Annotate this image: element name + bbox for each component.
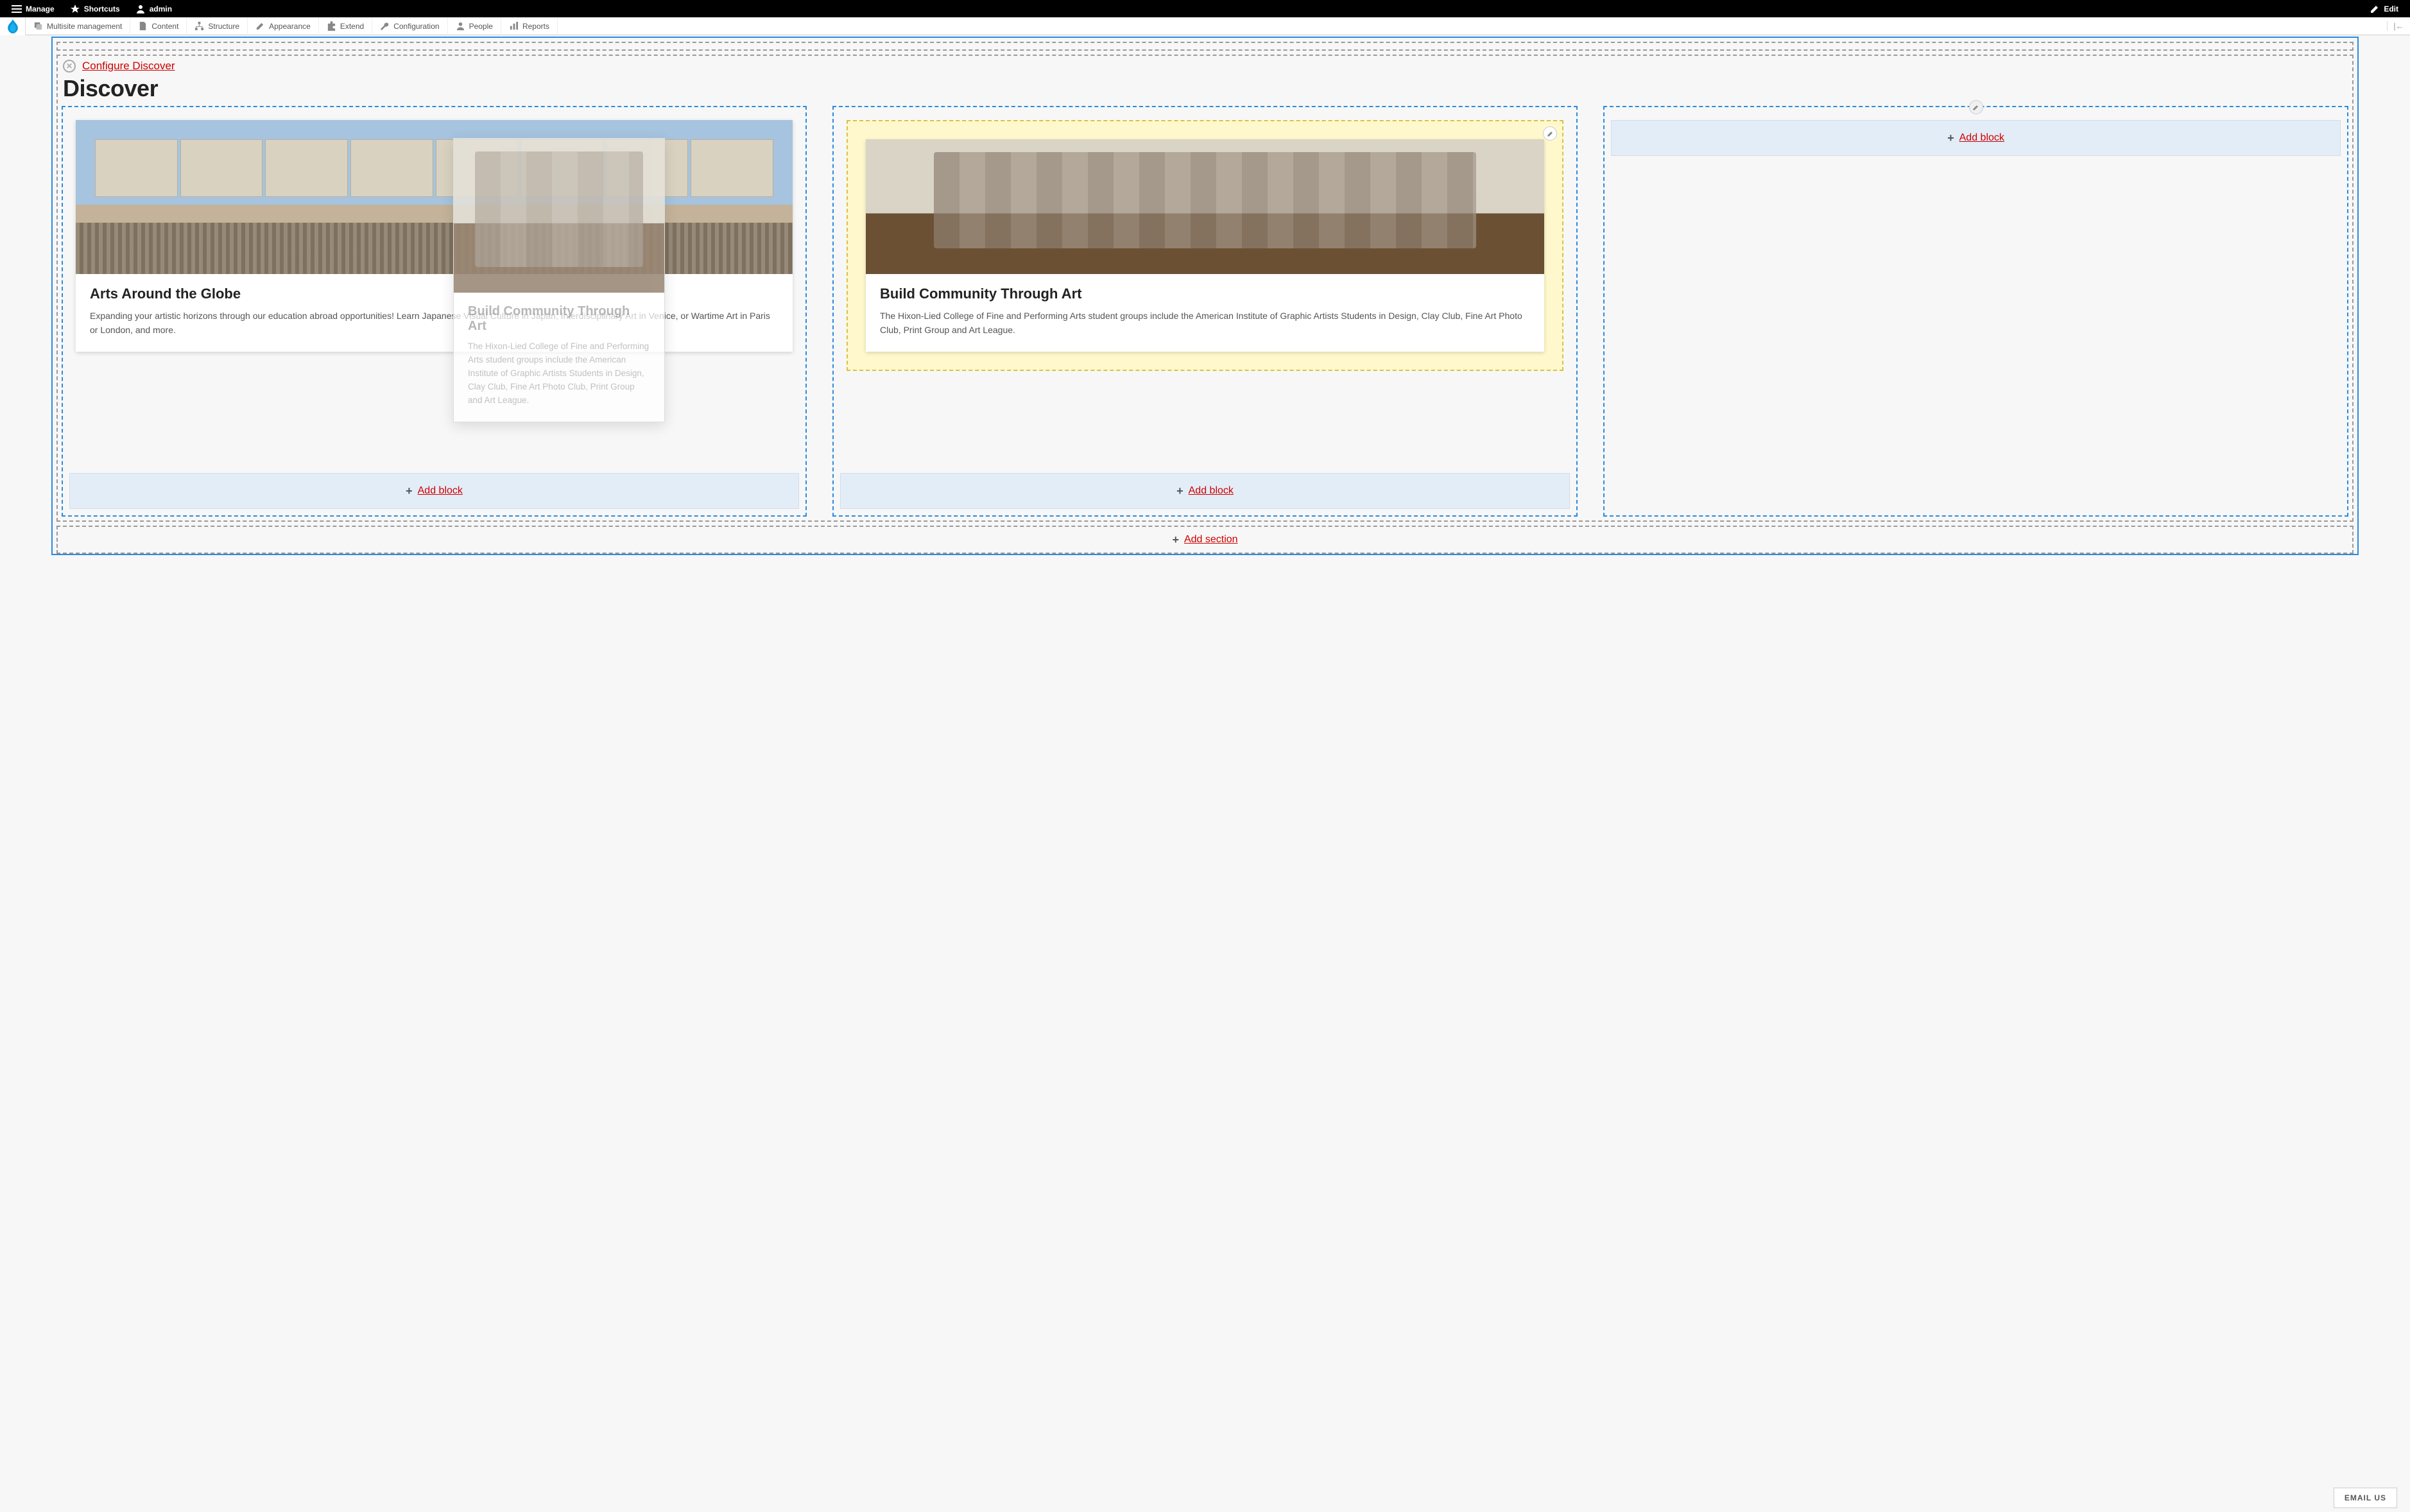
region-col-1[interactable]: Arts Around the Globe Expanding your art… xyxy=(62,106,807,517)
configure-section-link[interactable]: Configure Discover xyxy=(82,60,175,73)
collapse-icon: |← xyxy=(2393,21,2404,31)
drupal-logo[interactable] xyxy=(0,17,26,35)
edit-toggle[interactable]: Edit xyxy=(2363,0,2405,17)
star-icon xyxy=(70,4,80,14)
section-placeholder-top[interactable] xyxy=(56,42,2354,51)
block-dropzone-active[interactable]: Build Community Through Art The Hixon-Li… xyxy=(847,120,1563,371)
card-image xyxy=(76,120,793,274)
menu-multisite[interactable]: Multisite management xyxy=(26,17,130,35)
add-section-label: Add section xyxy=(1184,534,1238,546)
edit-label: Edit xyxy=(2384,4,2398,13)
puzzle-icon xyxy=(327,21,336,31)
menu-structure[interactable]: Structure xyxy=(187,17,248,35)
add-block-label: Add block xyxy=(1189,485,1234,497)
region-col-3[interactable]: + Add block xyxy=(1603,106,2348,517)
menu-extend[interactable]: Extend xyxy=(319,17,372,35)
close-icon: ✕ xyxy=(66,62,73,71)
drupal-icon xyxy=(6,19,19,33)
add-block-col-3[interactable]: + Add block xyxy=(1611,120,2341,156)
pencil-icon xyxy=(1972,104,1979,111)
email-us-button[interactable]: EMAIL US xyxy=(2334,1488,2397,1508)
hamburger-icon xyxy=(12,4,22,14)
menu-reports[interactable]: Reports xyxy=(501,17,558,35)
brush-icon xyxy=(255,21,265,31)
edit-region-button[interactable] xyxy=(1969,100,1983,114)
add-block-label: Add block xyxy=(1959,132,2004,144)
plus-icon: + xyxy=(1947,132,1954,145)
plus-icon: + xyxy=(1176,485,1183,498)
region-col-2[interactable]: Build Community Through Art The Hixon-Li… xyxy=(832,106,1578,517)
shortcuts-label: Shortcuts xyxy=(84,4,120,13)
admin-menubar: Multisite management Content Structure A… xyxy=(0,17,2410,35)
pencil-icon xyxy=(1547,130,1554,137)
hierarchy-icon xyxy=(194,21,204,31)
card-image xyxy=(866,139,1544,274)
menu-content[interactable]: Content xyxy=(130,17,187,35)
pencil-icon xyxy=(2370,4,2380,14)
card-body-text: The Hixon-Lied College of Fine and Perfo… xyxy=(880,309,1530,337)
menu-appearance[interactable]: Appearance xyxy=(248,17,319,35)
edit-block-button[interactable] xyxy=(1543,126,1557,141)
wrench-icon xyxy=(380,21,390,31)
card-title: Build Community Through Art xyxy=(880,286,1530,302)
user-link[interactable]: admin xyxy=(129,0,178,17)
remove-section-button[interactable]: ✕ xyxy=(63,60,76,73)
document-icon xyxy=(138,21,148,31)
menu-people[interactable]: People xyxy=(448,17,501,35)
manage-toggle[interactable]: Manage xyxy=(5,0,61,17)
people-icon xyxy=(456,21,465,31)
collapse-toolbar[interactable]: |← xyxy=(2387,21,2410,31)
card-arts-globe[interactable]: Arts Around the Globe Expanding your art… xyxy=(76,120,793,352)
card-title: Arts Around the Globe xyxy=(90,286,779,302)
layout-builder-frame: ✕ Configure Discover Discover xyxy=(51,37,2359,555)
user-label: admin xyxy=(150,4,172,13)
plus-icon: + xyxy=(406,485,413,498)
add-section-button[interactable]: + Add section xyxy=(56,526,2354,554)
add-block-col-1[interactable]: + Add block xyxy=(69,473,799,509)
menu-configuration[interactable]: Configuration xyxy=(372,17,447,35)
add-block-col-2[interactable]: + Add block xyxy=(840,473,1570,509)
card-body-text: Expanding your artistic horizons through… xyxy=(90,309,779,337)
section-heading: Discover xyxy=(62,75,2348,106)
shortcuts-link[interactable]: Shortcuts xyxy=(64,0,126,17)
plus-icon: + xyxy=(1172,533,1179,547)
user-icon xyxy=(135,4,146,14)
stack-icon xyxy=(33,21,43,31)
card-build-community[interactable]: Build Community Through Art The Hixon-Li… xyxy=(866,139,1544,352)
manage-label: Manage xyxy=(26,4,55,13)
add-block-label: Add block xyxy=(418,485,463,497)
section-discover: ✕ Configure Discover Discover xyxy=(56,55,2354,522)
bars-icon xyxy=(509,21,519,31)
admin-topbar: Manage Shortcuts admin Edit xyxy=(0,0,2410,17)
